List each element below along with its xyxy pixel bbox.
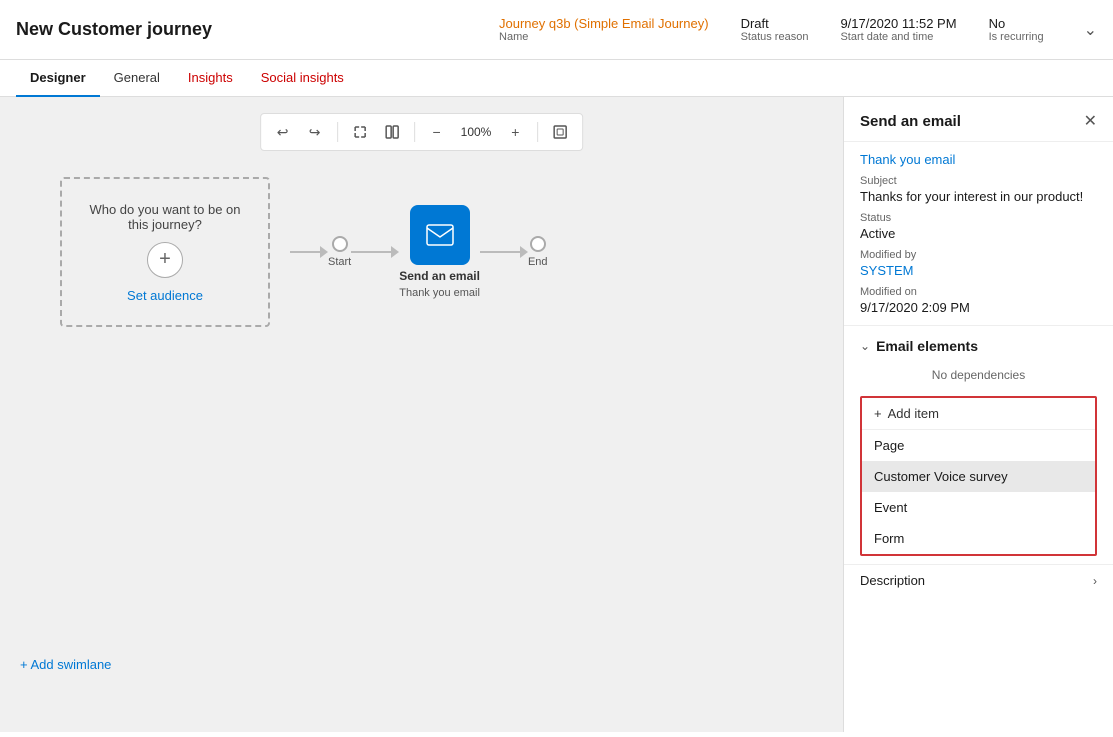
description-chevron-icon: › [1093, 574, 1097, 588]
toolbar-separator-2 [414, 122, 415, 142]
panel-modified-on-value: 9/17/2020 2:09 PM [860, 300, 1097, 315]
panel-close-button[interactable]: ✕ [1084, 111, 1097, 131]
tab-designer[interactable]: Designer [16, 60, 100, 97]
zoom-out-button[interactable]: − [423, 118, 451, 146]
expand-button[interactable] [346, 118, 374, 146]
meta-recurring-value: No [989, 16, 1006, 31]
line-2 [351, 251, 391, 253]
page-header: New Customer journey Journey q3b (Simple… [0, 0, 1113, 60]
add-swimlane-label: + Add swimlane [20, 657, 111, 672]
columns-button[interactable] [378, 118, 406, 146]
panel-modified-by-value[interactable]: SYSTEM [860, 263, 1097, 278]
panel-subject-value: Thanks for your interest in our product! [860, 189, 1097, 204]
tab-general[interactable]: General [100, 60, 174, 97]
right-panel: Send an email ✕ Thank you email Subject … [843, 97, 1113, 732]
panel-subject-label: Subject [860, 175, 1097, 187]
header-expand-chevron[interactable]: ⌄ [1084, 20, 1097, 40]
panel-header: Send an email ✕ [844, 97, 1113, 142]
email-node[interactable]: Send an email Thank you email [399, 205, 480, 299]
toolbar-separator-1 [337, 122, 338, 142]
toolbar-separator-3 [537, 122, 538, 142]
arrow-2 [391, 246, 399, 258]
redo-button[interactable]: ↪ [301, 118, 329, 146]
panel-modified-on-label: Modified on [860, 286, 1097, 298]
panel-email-details: Thank you email Subject Thanks for your … [844, 142, 1113, 325]
meta-status-value: Draft [741, 16, 769, 31]
meta-name-value: Journey q3b (Simple Email Journey) [499, 16, 709, 31]
add-item-button[interactable]: + Add item [862, 398, 1095, 430]
dropdown-item-event[interactable]: Event [862, 492, 1095, 523]
zoom-level: 100% [455, 118, 498, 146]
meta-name: Journey q3b (Simple Email Journey) Name [499, 16, 709, 43]
add-item-plus-icon: + [874, 406, 882, 421]
end-label: End [528, 256, 548, 268]
start-circle [332, 236, 348, 252]
connector-email-end [480, 246, 528, 258]
audience-box[interactable]: Who do you want to be on this journey? +… [60, 177, 270, 327]
panel-modified-by-label: Modified by [860, 249, 1097, 261]
audience-plus-button[interactable]: + [147, 242, 183, 278]
email-node-label: Send an email [399, 269, 480, 283]
meta-start-date-label: Start date and time [840, 31, 933, 43]
email-node-icon[interactable] [410, 205, 470, 265]
add-item-label: Add item [888, 406, 939, 421]
end-node: End [528, 236, 548, 268]
email-elements-chevron: ⌄ [860, 339, 870, 353]
meta-start-date-value: 9/17/2020 11:52 PM [840, 16, 956, 31]
no-dependencies-text: No dependencies [844, 362, 1113, 392]
start-label: Start [328, 256, 351, 268]
main-area: ↩ ↪ − 100% + Who do you want to be on th… [0, 97, 1113, 732]
meta-recurring-label: Is recurring [989, 31, 1044, 43]
tab-bar: Designer General Insights Social insight… [0, 60, 1113, 97]
arrow-3 [520, 246, 528, 258]
zoom-in-button[interactable]: + [501, 118, 529, 146]
description-label: Description [860, 573, 925, 588]
email-elements-section[interactable]: ⌄ Email elements [844, 325, 1113, 362]
dropdown-item-customer-voice[interactable]: Customer Voice survey [862, 461, 1095, 492]
undo-button[interactable]: ↩ [269, 118, 297, 146]
tab-social-insights[interactable]: Social insights [247, 60, 358, 97]
connector-audience-start [290, 246, 328, 258]
meta-name-label: Name [499, 31, 528, 43]
start-node: Start [328, 236, 351, 268]
add-swimlane-button[interactable]: + Add swimlane [20, 657, 111, 672]
panel-email-link[interactable]: Thank you email [860, 152, 1097, 167]
panel-title: Send an email [860, 113, 961, 130]
set-audience-link[interactable]: Set audience [127, 288, 203, 303]
end-circle [530, 236, 546, 252]
audience-text: Who do you want to be on this journey? [78, 202, 252, 232]
email-node-sub: Thank you email [399, 287, 480, 299]
connector-start-email [351, 246, 399, 258]
meta-start-date: 9/17/2020 11:52 PM Start date and time [840, 16, 956, 43]
fit-button[interactable] [546, 118, 574, 146]
line-3 [480, 251, 520, 253]
tab-insights[interactable]: Insights [174, 60, 247, 97]
designer-canvas[interactable]: ↩ ↪ − 100% + Who do you want to be on th… [0, 97, 843, 732]
dropdown-item-page[interactable]: Page [862, 430, 1095, 461]
add-item-dropdown: + Add item Page Customer Voice survey Ev… [860, 396, 1097, 556]
header-meta: Journey q3b (Simple Email Journey) Name … [499, 16, 1097, 43]
line-1 [290, 251, 320, 253]
meta-status-label: Status reason [741, 31, 809, 43]
dropdown-item-form[interactable]: Form [862, 523, 1095, 554]
panel-status-value: Active [860, 226, 1097, 241]
description-row[interactable]: Description › [844, 564, 1113, 596]
arrow-1 [320, 246, 328, 258]
journey-flow: Who do you want to be on this journey? +… [60, 177, 843, 327]
panel-status-label: Status [860, 212, 1097, 224]
meta-status: Draft Status reason [741, 16, 809, 43]
meta-recurring: No Is recurring [989, 16, 1044, 43]
email-elements-title: Email elements [876, 338, 978, 354]
canvas-toolbar: ↩ ↪ − 100% + [260, 113, 584, 151]
page-title: New Customer journey [16, 19, 212, 40]
